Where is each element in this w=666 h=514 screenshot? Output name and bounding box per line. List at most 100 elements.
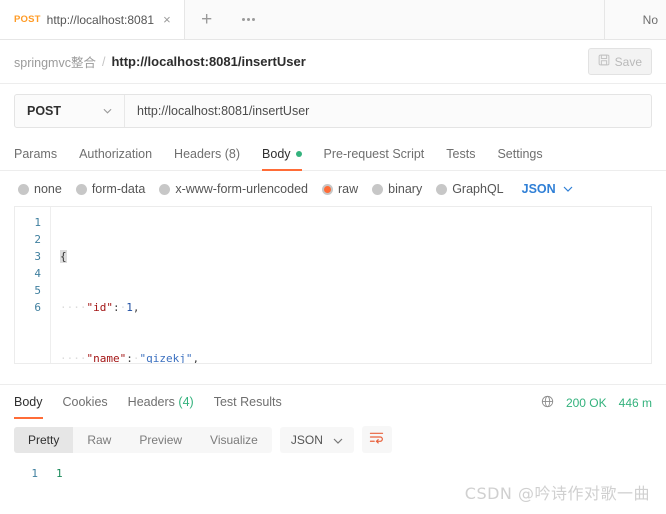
request-body-editor[interactable]: 1 2 3 4 5 6 { ····"id":·1, ····"name":·"…: [14, 206, 652, 364]
radio-graphql[interactable]: GraphQL: [436, 182, 504, 196]
response-tab-body[interactable]: Body: [14, 395, 43, 419]
radio-label: raw: [338, 182, 359, 196]
code-line: {: [60, 248, 651, 265]
response-section-tabs: Body Cookies Headers (4) Test Results 20…: [0, 385, 666, 419]
breadcrumb: springmvc整合 / http://localhost:8081/inse…: [0, 40, 666, 84]
line-number: 4: [34, 267, 41, 280]
radio-binary[interactable]: binary: [372, 182, 422, 196]
response-tab-headers[interactable]: Headers (4): [128, 395, 194, 419]
tab-label: Settings: [497, 147, 543, 161]
radio-icon: [75, 183, 87, 195]
json-comma: ,: [192, 352, 200, 364]
save-button[interactable]: Save: [587, 48, 652, 75]
view-pretty-button[interactable]: Pretty: [14, 426, 74, 453]
tab-label: Tests: [446, 147, 476, 161]
radio-label: GraphQL: [452, 182, 504, 196]
chevron-down-icon: [563, 184, 573, 195]
view-visualize-button[interactable]: Visualize: [196, 427, 272, 453]
chevron-down-icon: [333, 433, 343, 447]
tab-method-label: POST: [14, 14, 41, 25]
tab-title: http://localhost:8081: [46, 12, 155, 27]
line-number: 1: [31, 467, 38, 480]
tab-label: Pre-request Script: [323, 147, 425, 161]
response-tab-cookies[interactable]: Cookies: [63, 395, 108, 419]
response-gutter: 1: [0, 465, 48, 507]
tab-label: Headers (8): [174, 147, 241, 161]
radio-label: form-data: [91, 182, 146, 196]
status-badge: 200 OK: [565, 396, 607, 410]
json-colon: :: [126, 352, 133, 364]
json-comma: ,: [132, 301, 140, 314]
line-number: 3: [34, 250, 41, 263]
radio-label: x-www-form-urlencoded: [175, 182, 308, 196]
response-time: 446 m: [618, 396, 652, 410]
tab-pre-request-script[interactable]: Pre-request Script: [324, 147, 425, 171]
radio-raw[interactable]: raw: [322, 182, 358, 196]
request-tab-bar: POST http://localhost:8081 × + No: [0, 0, 666, 40]
radio-label: binary: [388, 182, 423, 196]
line-number: 2: [34, 233, 41, 246]
breadcrumb-separator: /: [101, 54, 106, 69]
response-view-toolbar: Pretty Raw Preview Visualize JSON: [0, 418, 666, 459]
ellipsis-icon: [241, 11, 256, 29]
tab-tests[interactable]: Tests: [446, 147, 475, 171]
close-icon[interactable]: ×: [160, 11, 174, 28]
body-present-indicator-icon: [295, 151, 302, 157]
response-status-meta: 200 OK 446 m: [541, 395, 652, 418]
chevron-down-icon: [103, 106, 112, 116]
http-method-label: POST: [27, 104, 62, 118]
radio-none[interactable]: none: [18, 182, 62, 196]
radio-icon: [436, 183, 448, 195]
json-key: "id": [86, 301, 114, 314]
tab-params[interactable]: Params: [14, 147, 57, 171]
tab-settings[interactable]: Settings: [497, 147, 542, 171]
request-tab[interactable]: POST http://localhost:8081 ×: [0, 0, 185, 39]
view-raw-button[interactable]: Raw: [73, 427, 125, 453]
line-number: 6: [34, 301, 41, 314]
save-button-label: Save: [614, 54, 642, 69]
json-colon: :: [113, 301, 120, 314]
radio-form-data[interactable]: form-data: [75, 182, 146, 196]
json-open-brace: {: [60, 250, 67, 263]
view-preview-button[interactable]: Preview: [125, 427, 196, 453]
breadcrumb-collection[interactable]: springmvc整合: [14, 52, 96, 71]
http-method-select[interactable]: POST: [15, 95, 125, 127]
tab-authorization[interactable]: Authorization: [79, 147, 152, 171]
floppy-disk-icon: [598, 54, 610, 69]
code-line: ····"id":·1,: [60, 301, 140, 314]
url-input[interactable]: http://localhost:8081/insertUser: [125, 95, 651, 127]
tabbar-spacer: [268, 0, 604, 39]
more-options-button[interactable]: [228, 0, 269, 39]
tab-label: Headers: [127, 395, 175, 409]
wrap-lines-button[interactable]: [361, 426, 392, 453]
json-value: "qizekj": [139, 352, 193, 364]
line-number: 5: [34, 284, 41, 297]
request-section-tabs: Params Authorization Headers (8) Body Pr…: [0, 138, 666, 171]
radio-label: none: [34, 182, 62, 196]
editor-content[interactable]: { ····"id":·1, ····"name":·"qizekj", ···…: [51, 207, 651, 363]
body-format-label: JSON: [521, 182, 556, 196]
tab-headers[interactable]: Headers (8): [174, 147, 240, 171]
tab-label: Body: [262, 147, 291, 161]
globe-icon: [541, 395, 554, 411]
editor-gutter: 1 2 3 4 5 6: [15, 207, 51, 363]
tab-label: Body: [14, 395, 43, 409]
environment-selector[interactable]: No: [604, 0, 666, 39]
response-content: 1: [56, 467, 63, 480]
tab-label: Params: [14, 147, 58, 161]
code-line: ····"name":·"qizekj",: [60, 352, 200, 364]
radio-x-www-form-urlencoded[interactable]: x-www-form-urlencoded: [159, 182, 308, 196]
body-type-radio-group: none form-data x-www-form-urlencoded raw…: [0, 171, 666, 206]
response-format-select[interactable]: JSON: [279, 426, 354, 453]
tab-body[interactable]: Body: [262, 147, 302, 171]
response-tab-test-results[interactable]: Test Results: [214, 395, 282, 419]
body-format-select[interactable]: JSON: [522, 182, 573, 196]
new-tab-button[interactable]: +: [184, 0, 229, 39]
response-format-label: JSON: [290, 432, 323, 447]
json-value: 1: [126, 301, 133, 314]
radio-icon: [18, 183, 29, 195]
radio-icon: [159, 183, 171, 195]
tab-label: Authorization: [79, 147, 153, 161]
radio-icon: [372, 183, 384, 195]
response-body-viewer[interactable]: 1 1: [0, 459, 666, 507]
